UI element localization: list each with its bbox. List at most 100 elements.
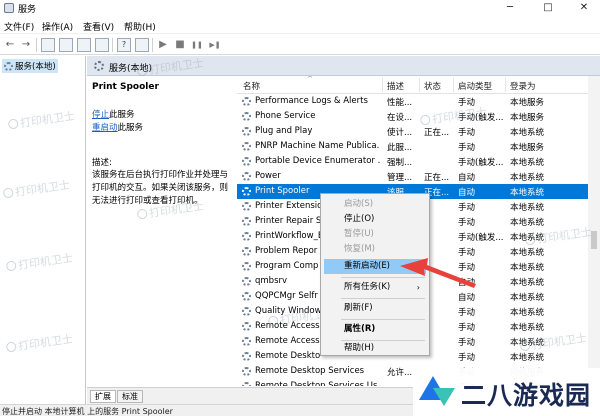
cell-logon: 本地系统 xyxy=(510,353,545,363)
stop-service-suffix: 此服务 xyxy=(109,110,135,120)
menu-view[interactable]: 查看(V) xyxy=(83,20,114,33)
window-title: 服务 xyxy=(18,5,37,15)
cell-logon: 本地系统 xyxy=(510,293,545,303)
tree-node-services-local[interactable]: 服务(本地) xyxy=(2,59,58,73)
gear-icon xyxy=(94,61,104,71)
description-text: 该服务在后台执行打印作业并处理与打印机的交互。如果关闭该服务，则无法进行打印或查… xyxy=(92,170,229,206)
minimize-button[interactable]: ─ xyxy=(492,0,528,16)
cell-startup-type: 手动 xyxy=(458,323,476,333)
annotation-arrow-icon xyxy=(400,258,476,288)
cell-name: Remote Desktop Services xyxy=(255,366,365,376)
maximize-button[interactable]: □ xyxy=(530,0,566,16)
cell-startup-type: 手动 xyxy=(458,143,476,153)
cell-name: Plug and Play xyxy=(255,126,313,136)
cell-description: 管理... xyxy=(387,173,413,183)
show-tree-icon[interactable] xyxy=(41,38,55,52)
service-gear-icon xyxy=(242,112,251,121)
site-logo: 二八游戏园 xyxy=(413,368,600,416)
menu-help[interactable]: 帮助(H) xyxy=(124,20,156,33)
table-row[interactable]: Plug and Play 使计... 正在... 手动 本地系统 xyxy=(237,124,600,139)
help-icon[interactable]: ? xyxy=(117,38,131,52)
column-divider[interactable] xyxy=(453,78,454,92)
toolbar-divider xyxy=(112,38,113,52)
table-row[interactable]: Phone Service 在设... 手动(触发... 本地服务 xyxy=(237,109,600,124)
close-button[interactable]: ✕ xyxy=(566,0,600,16)
cell-startup-type: 手动 xyxy=(458,128,476,138)
toolbar-divider xyxy=(36,38,37,52)
toolbar-divider xyxy=(152,38,153,52)
gear-icon xyxy=(4,62,13,71)
cell-name: Remote Desktop Services Us... xyxy=(255,381,380,386)
menu-item-all-tasks-label: 所有任务(K) xyxy=(344,282,391,292)
column-header-status[interactable]: 状态 xyxy=(424,80,441,92)
site-brand-text: 二八游戏园 xyxy=(461,381,592,410)
menu-item-start[interactable]: 启动(S) xyxy=(324,197,426,212)
service-gear-icon xyxy=(242,97,251,106)
menu-action[interactable]: 操作(A) xyxy=(42,20,73,33)
service-gear-icon xyxy=(242,157,251,166)
table-row[interactable]: PNRP Machine Name Publica... 此服... 手动 本地服务 xyxy=(237,139,600,154)
pause-service-icon[interactable]: ❚❚ xyxy=(190,38,204,52)
export-list-icon[interactable] xyxy=(95,38,109,52)
service-gear-icon xyxy=(242,142,251,151)
vertical-scrollbar[interactable] xyxy=(588,76,600,386)
refresh-icon[interactable] xyxy=(77,38,91,52)
tab-extended[interactable]: 扩展 xyxy=(90,390,116,403)
cell-logon: 本地服务 xyxy=(510,143,545,153)
column-divider[interactable] xyxy=(382,78,383,92)
menu-item-stop[interactable]: 停止(O) xyxy=(324,212,426,227)
start-service-icon[interactable]: ▶ xyxy=(156,38,170,52)
table-row[interactable]: Performance Logs & Alerts 性能... 手动 本地服务 xyxy=(237,94,600,109)
logo-triangle-icon xyxy=(433,388,455,406)
column-divider[interactable] xyxy=(505,78,506,92)
cell-logon: 本地系统 xyxy=(510,338,545,348)
cell-startup-type: 手动(触发... xyxy=(458,233,504,243)
service-gear-icon xyxy=(242,187,251,196)
cell-logon: 本地系统 xyxy=(510,263,545,273)
toolbar: ← → ? ▶ ■ ❚❚ ▶❚ xyxy=(0,35,600,55)
restart-service-suffix: 此服务 xyxy=(117,123,144,133)
cell-logon: 本地系统 xyxy=(510,278,545,288)
menu-item-properties[interactable]: 属性(R) xyxy=(324,322,426,337)
cell-logon: 本地系统 xyxy=(510,158,545,168)
back-icon[interactable]: ← xyxy=(3,38,17,52)
table-row[interactable]: Portable Device Enumerator ... 强制... 手动(触发… xyxy=(237,154,600,169)
column-header-name[interactable]: 名称 xyxy=(243,80,260,92)
cell-status: 正在... xyxy=(424,173,450,183)
status-text: 停止并启动 本地计算机 上的服务 Print Spooler xyxy=(2,407,173,416)
service-gear-icon xyxy=(242,352,251,361)
cell-startup-type: 手动(触发... xyxy=(458,113,504,123)
description-label: 描述: xyxy=(92,158,112,168)
console-icon[interactable] xyxy=(135,38,149,52)
console-tree: 服务(本地) xyxy=(0,56,86,404)
cell-description: 强制... xyxy=(387,158,413,168)
service-gear-icon xyxy=(242,262,251,271)
menu-file[interactable]: 文件(F) xyxy=(4,20,34,33)
forward-icon[interactable]: → xyxy=(19,38,33,52)
scrollbar-thumb[interactable] xyxy=(591,231,597,249)
stop-service-link[interactable]: 停止 xyxy=(92,110,109,120)
menu-item-help[interactable]: 帮助(H) xyxy=(324,341,426,356)
menu-item-refresh[interactable]: 刷新(F) xyxy=(324,301,426,316)
tab-standard[interactable]: 标准 xyxy=(117,390,143,403)
description-pane: Print Spooler 停止此服务 重启动此服务 描述: 该服务在后台执行打… xyxy=(87,76,235,386)
menu-item-pause[interactable]: 暂停(U) xyxy=(324,227,426,242)
column-header-startup-type[interactable]: 启动类型 xyxy=(458,80,492,92)
column-header-description[interactable]: 描述 xyxy=(387,80,404,92)
properties-icon[interactable] xyxy=(59,38,73,52)
menu-bar: 文件(F) 操作(A) 查看(V) 帮助(H) xyxy=(0,16,600,34)
sort-indicator-icon: ^ xyxy=(307,76,313,83)
column-divider[interactable] xyxy=(419,78,420,92)
cell-startup-type: 手动 xyxy=(458,203,476,213)
cell-logon: 本地系统 xyxy=(510,173,545,183)
restart-service-line: 重启动此服务 xyxy=(92,121,143,133)
column-header-logon[interactable]: 登录为 xyxy=(510,80,536,92)
service-gear-icon xyxy=(242,172,251,181)
restart-service-link[interactable]: 重启动 xyxy=(92,123,118,133)
stop-service-icon[interactable]: ■ xyxy=(173,38,187,52)
restart-service-icon[interactable]: ▶❚ xyxy=(208,38,222,52)
cell-logon: 本地系统 xyxy=(510,248,545,258)
cell-description: 在设... xyxy=(387,113,413,123)
title-bar: 服务 ─ □ ✕ xyxy=(0,0,600,16)
table-row[interactable]: Power 管理... 正在... 自动 本地系统 xyxy=(237,169,600,184)
